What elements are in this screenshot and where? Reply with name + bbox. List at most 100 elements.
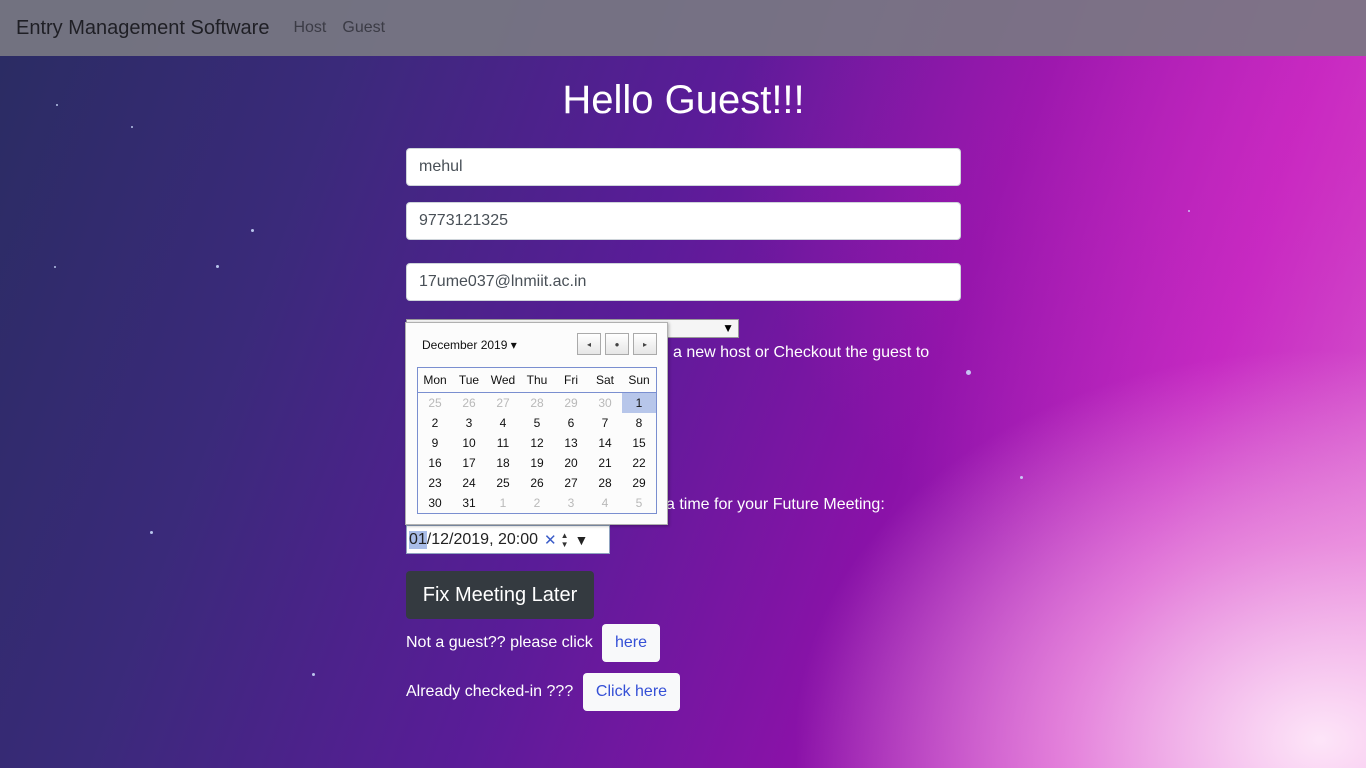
month-selector[interactable]: December 2019 ▾ (422, 338, 517, 352)
navbar-brand[interactable]: Entry Management Software (16, 17, 269, 40)
date-picker-popup: December 2019 ▾ ◂ ● ▸ Mon Tue Wed Thu Fri Sat… (405, 322, 668, 525)
calendar-day[interactable]: 20 (554, 453, 588, 473)
calendar-week-row: 16 17 18 19 20 21 22 (418, 453, 657, 473)
name-input[interactable]: mehul (406, 148, 961, 186)
calendar-week-row: 23 24 25 26 27 28 29 (418, 473, 657, 493)
calendar-day[interactable]: 11 (486, 433, 520, 453)
star (1020, 476, 1023, 479)
page-title: Hello Guest!!! (562, 78, 805, 122)
email-input[interactable]: 17ume037@lnmiit.ac.in (406, 263, 961, 301)
star (216, 265, 219, 268)
star (312, 673, 315, 676)
today-button[interactable]: ● (605, 333, 629, 355)
clear-icon[interactable]: ✕ (544, 531, 557, 549)
calendar-day[interactable]: 27 (486, 393, 520, 414)
calendar-day[interactable]: 30 (588, 393, 622, 414)
calendar-day[interactable]: 26 (452, 393, 486, 414)
calendar-day[interactable]: 5 (622, 493, 657, 514)
calendar-day[interactable]: 8 (622, 413, 657, 433)
calendar-nav: ◂ ● ▸ (577, 333, 657, 355)
calendar-day[interactable]: 1 (486, 493, 520, 514)
calendar-day[interactable]: 16 (418, 453, 453, 473)
calendar-day[interactable]: 28 (588, 473, 622, 493)
calendar-day[interactable]: 25 (418, 393, 453, 414)
weekday-header: Fri (554, 367, 588, 393)
star (150, 531, 153, 534)
spin-down-icon[interactable]: ▼ (561, 540, 569, 549)
checked-in-text: Already checked-in ??? (406, 683, 574, 700)
calendar-day[interactable]: 2 (418, 413, 453, 433)
calendar-day[interactable]: 3 (452, 413, 486, 433)
caret-down-icon: ▾ (510, 338, 517, 352)
here-button[interactable]: here (602, 624, 660, 662)
calendar-grid: Mon Tue Wed Thu Fri Sat Sun 25 26 27 28 29 30 1 2 3 4 5 6… (417, 367, 657, 514)
nav-link-host[interactable]: Host (293, 19, 326, 37)
calendar-day[interactable]: 5 (520, 413, 554, 433)
calendar-day[interactable]: 12 (520, 433, 554, 453)
prev-month-button[interactable]: ◂ (577, 333, 601, 355)
calendar-day[interactable]: 31 (452, 493, 486, 514)
calendar-day[interactable]: 6 (554, 413, 588, 433)
phone-input[interactable]: 9773121325 (406, 202, 961, 240)
datetime-rest-segment[interactable]: /12/2019, 20:00 (427, 531, 538, 549)
nav-link-guest[interactable]: Guest (342, 19, 385, 37)
calendar-day[interactable]: 3 (554, 493, 588, 514)
calendar-week-row: 9 10 11 12 13 14 15 (418, 433, 657, 453)
calendar-day[interactable]: 30 (418, 493, 453, 514)
phone-input-value: 9773121325 (419, 212, 508, 229)
datetime-day-segment[interactable]: 01 (409, 530, 427, 549)
weekday-header-row: Mon Tue Wed Thu Fri Sat Sun (417, 367, 657, 393)
calendar-day[interactable]: 24 (452, 473, 486, 493)
chevron-down-icon: ▼ (722, 321, 734, 335)
name-input-value: mehul (419, 158, 463, 175)
calendar-day[interactable]: 2 (520, 493, 554, 514)
email-input-value: 17ume037@lnmiit.ac.in (419, 273, 587, 290)
navbar: Entry Management Software Host Guest (0, 0, 1366, 56)
star (251, 229, 254, 232)
calendar-day[interactable]: 7 (588, 413, 622, 433)
dropdown-arrow-icon[interactable]: ▼ (575, 532, 589, 548)
calendar-day[interactable]: 4 (486, 413, 520, 433)
calendar-day[interactable]: 25 (486, 473, 520, 493)
spinner[interactable]: ▲ ▼ (561, 531, 569, 549)
meeting-datetime-input[interactable]: 01 /12/2019, 20:00 ✕ ▲ ▼ ▼ (406, 525, 610, 554)
calendar-day[interactable]: 29 (554, 393, 588, 414)
star (131, 126, 133, 128)
star (54, 266, 56, 268)
weekday-header: Wed (486, 367, 520, 393)
calendar-day[interactable]: 18 (486, 453, 520, 473)
weekday-header: Thu (520, 367, 554, 393)
click-here-button[interactable]: Click here (583, 673, 680, 711)
calendar-body: 25 26 27 28 29 30 1 2 3 4 5 6 7 8 9 10 11 12 13 14 15 16 17 18 1… (418, 392, 657, 514)
calendar-week-row: 25 26 27 28 29 30 1 (418, 392, 657, 414)
calendar-day[interactable]: 17 (452, 453, 486, 473)
next-month-button[interactable]: ▸ (633, 333, 657, 355)
calendar-day[interactable]: 19 (520, 453, 554, 473)
month-label: December 2019 (422, 338, 508, 352)
calendar-day[interactable]: 13 (554, 433, 588, 453)
star (966, 370, 971, 375)
calendar-day[interactable]: 1 (622, 392, 657, 413)
calendar-day[interactable]: 28 (520, 393, 554, 414)
spin-up-icon[interactable]: ▲ (561, 531, 569, 540)
weekday-header: Mon (417, 367, 452, 393)
calendar-day[interactable]: 22 (622, 453, 657, 473)
star (1188, 210, 1190, 212)
calendar-day[interactable]: 4 (588, 493, 622, 514)
not-guest-text: Not a guest?? please click (406, 634, 593, 651)
calendar-day[interactable]: 21 (588, 453, 622, 473)
star (56, 104, 58, 106)
calendar-day[interactable]: 14 (588, 433, 622, 453)
calendar-day[interactable]: 29 (622, 473, 657, 493)
calendar-day[interactable]: 26 (520, 473, 554, 493)
weekday-header: Sun (622, 367, 657, 393)
calendar-day[interactable]: 10 (452, 433, 486, 453)
calendar-day[interactable]: 23 (418, 473, 453, 493)
weekday-header: Tue (452, 367, 486, 393)
fix-meeting-later-button[interactable]: Fix Meeting Later (406, 571, 594, 619)
weekday-header: Sat (588, 367, 622, 393)
calendar-day[interactable]: 27 (554, 473, 588, 493)
calendar-day[interactable]: 15 (622, 433, 657, 453)
meeting-instruction-text: a time for your Future Meeting: (666, 496, 885, 513)
calendar-day[interactable]: 9 (418, 433, 453, 453)
